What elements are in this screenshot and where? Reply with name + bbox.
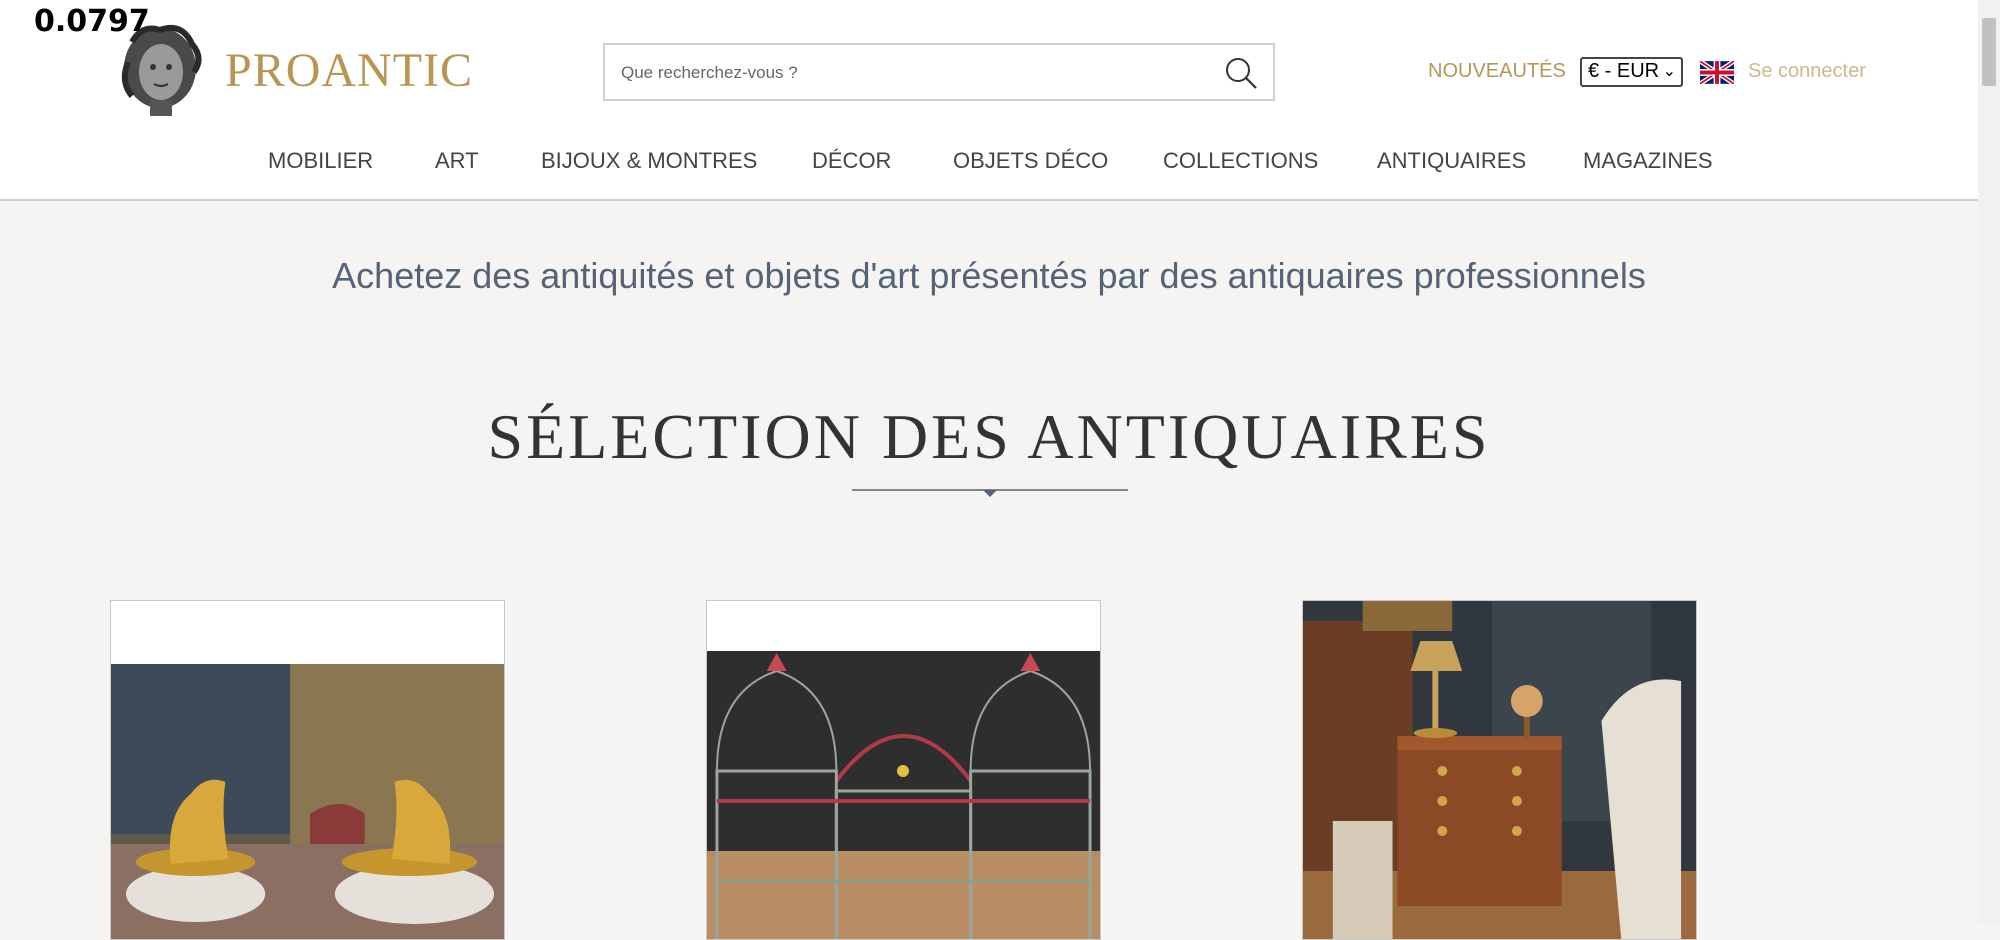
product-image-nightstand[interactable] — [1303, 601, 1696, 940]
search-input[interactable] — [619, 57, 1183, 89]
nav-item-collections[interactable]: COLLECTIONS — [1163, 148, 1318, 174]
product-card-3[interactable] — [1302, 600, 1697, 940]
search-icon[interactable] — [1223, 55, 1259, 91]
product-card-2[interactable] — [706, 600, 1101, 940]
overlay-value: 0.0797 — [34, 4, 150, 39]
nav-item-objets-deco[interactable]: OBJETS DÉCO — [953, 148, 1108, 174]
nav-item-bijoux-montres[interactable]: BIJOUX & MONTRES — [541, 148, 757, 174]
nav-item-art[interactable]: ART — [435, 148, 479, 174]
product-image-birdcage[interactable] — [707, 651, 1100, 940]
product-card-1[interactable] — [110, 600, 505, 940]
nav-item-decor[interactable]: DÉCOR — [812, 148, 891, 174]
currency-select[interactable]: € - EUR ⌄ — [1580, 57, 1683, 87]
title-divider — [852, 489, 1128, 497]
uk-flag-icon[interactable] — [1700, 61, 1734, 84]
top-header: PROANTIC NOUVEAUTÉS € - EUR ⌄ Se connect… — [0, 0, 1978, 201]
product-image-cats[interactable] — [111, 664, 504, 940]
nouveautes-link[interactable]: NOUVEAUTÉS — [1428, 60, 1566, 83]
scrollbar-thumb[interactable] — [1982, 18, 1996, 86]
brand-name[interactable]: PROANTIC — [225, 43, 473, 98]
chevron-down-icon: ⌄ — [1662, 63, 1676, 80]
nav-item-magazines[interactable]: MAGAZINES — [1583, 148, 1713, 174]
nav-item-mobilier[interactable]: MOBILIER — [268, 148, 373, 174]
section-title: SÉLECTION DES ANTIQUAIRES — [487, 401, 1491, 472]
currency-value: € - EUR — [1588, 60, 1660, 82]
nav-item-antiquaires[interactable]: ANTIQUAIRES — [1377, 148, 1526, 174]
page-scrollbar[interactable] — [1978, 0, 2000, 923]
login-link[interactable]: Se connecter — [1748, 60, 1866, 83]
page-tagline: Achetez des antiquités et objets d'art p… — [332, 255, 1646, 296]
search-box — [603, 43, 1275, 101]
